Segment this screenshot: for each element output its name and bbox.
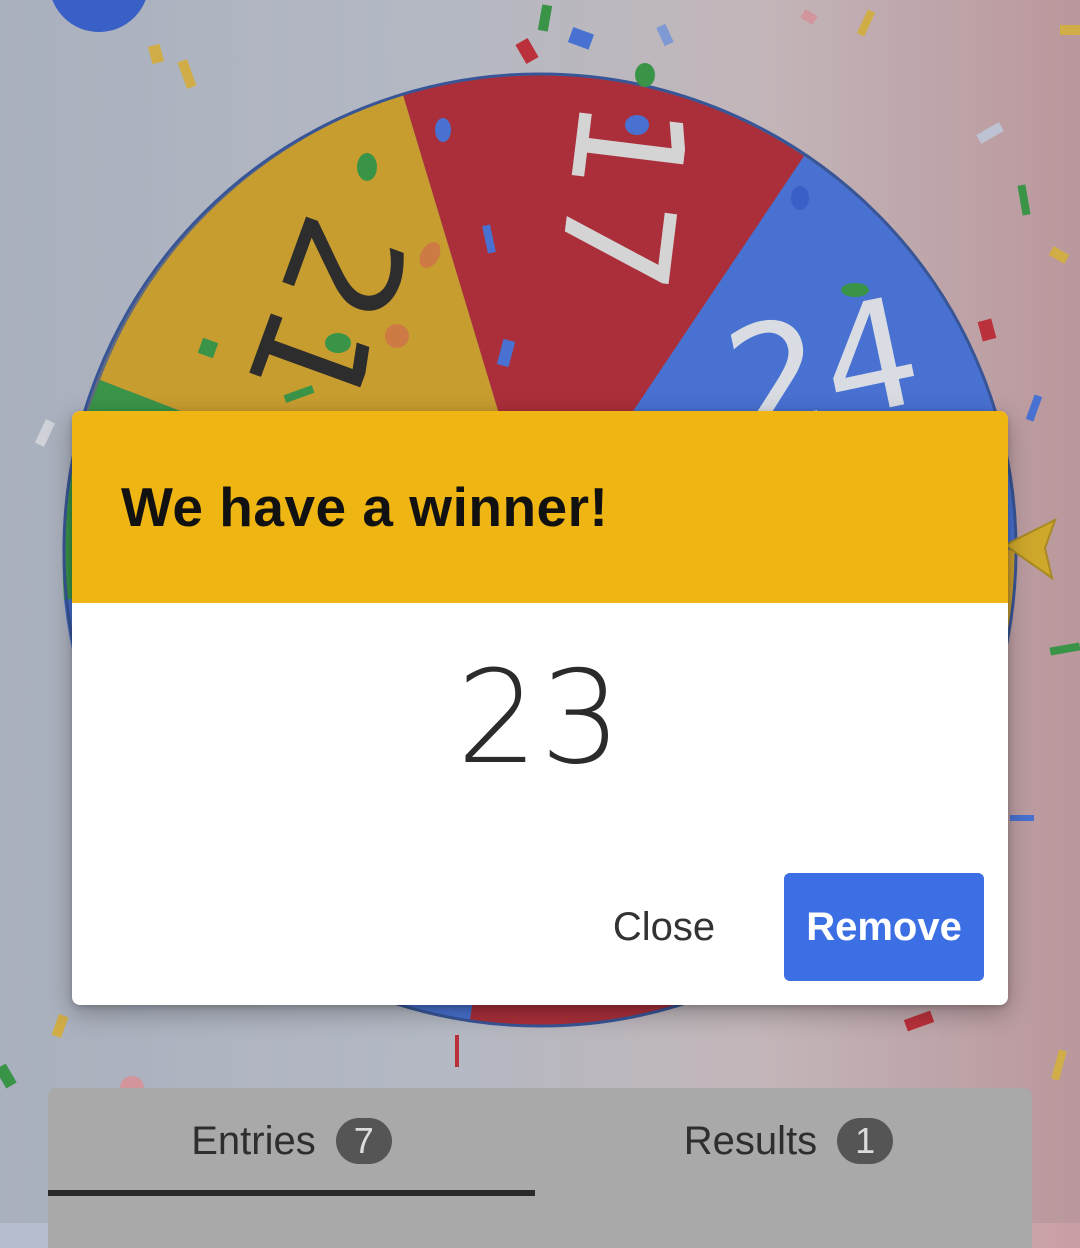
close-button[interactable]: Close <box>592 873 736 981</box>
active-tab-indicator <box>48 1190 535 1196</box>
tabs-panel: Entries 7 Results 1 <box>48 1088 1032 1248</box>
tab-entries[interactable]: Entries 7 <box>48 1088 535 1194</box>
tab-results[interactable]: Results 1 <box>545 1088 1032 1194</box>
results-count-badge: 1 <box>837 1118 894 1164</box>
dialog-title: We have a winner! <box>121 476 609 538</box>
tab-entries-label: Entries <box>191 1118 316 1163</box>
winner-dialog: We have a winner! 23 Close Remove <box>72 411 1008 1005</box>
tab-results-label: Results <box>683 1118 818 1163</box>
winner-value: 23 <box>456 644 624 793</box>
dialog-header: We have a winner! <box>72 411 1008 603</box>
remove-button[interactable]: Remove <box>784 873 984 981</box>
entries-count-badge: 7 <box>335 1118 392 1164</box>
